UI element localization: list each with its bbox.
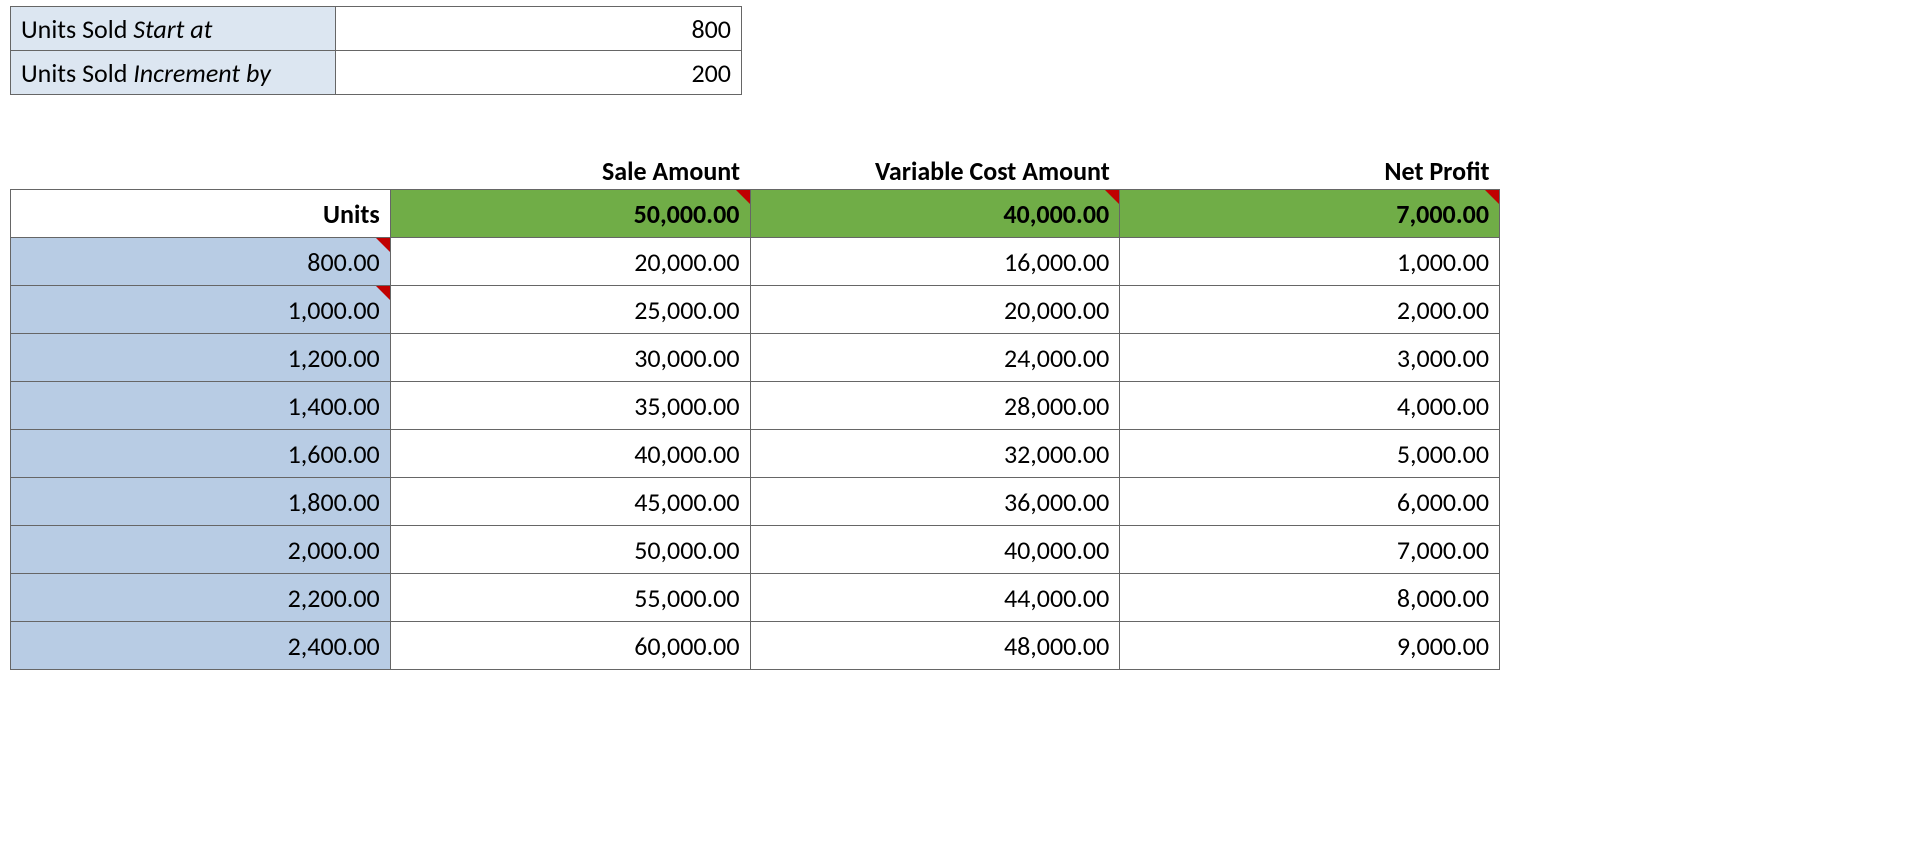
units-cell[interactable]: 1,800.00 xyxy=(11,478,391,526)
units-cell[interactable]: 2,200.00 xyxy=(11,574,391,622)
sale-cell[interactable]: 20,000.00 xyxy=(390,238,750,286)
column-header-row: Sale Amount Variable Cost Amount Net Pro… xyxy=(11,151,1500,190)
sale-cell[interactable]: 60,000.00 xyxy=(390,622,750,670)
units-cell[interactable]: 1,200.00 xyxy=(11,334,391,382)
units-cell[interactable]: 800.00 xyxy=(11,238,391,286)
sale-cell[interactable]: 25,000.00 xyxy=(390,286,750,334)
table-row: 1,000.0025,000.0020,000.002,000.00 xyxy=(11,286,1500,334)
profit-cell[interactable]: 8,000.00 xyxy=(1120,574,1500,622)
units-cell[interactable]: 1,400.00 xyxy=(11,382,391,430)
profit-cell[interactable]: 7,000.00 xyxy=(1120,526,1500,574)
sale-cell[interactable]: 55,000.00 xyxy=(390,574,750,622)
profit-cell[interactable]: 2,000.00 xyxy=(1120,286,1500,334)
totals-profit[interactable]: 7,000.00 xyxy=(1120,190,1500,238)
totals-sale[interactable]: 50,000.00 xyxy=(390,190,750,238)
sale-cell[interactable]: 30,000.00 xyxy=(390,334,750,382)
profit-cell[interactable]: 5,000.00 xyxy=(1120,430,1500,478)
vcost-cell[interactable]: 48,000.00 xyxy=(750,622,1120,670)
units-header[interactable]: Units xyxy=(11,190,391,238)
totals-row: Units 50,000.00 40,000.00 7,000.00 xyxy=(11,190,1500,238)
vcost-cell[interactable]: 40,000.00 xyxy=(750,526,1120,574)
vcost-cell[interactable]: 24,000.00 xyxy=(750,334,1120,382)
sale-cell[interactable]: 45,000.00 xyxy=(390,478,750,526)
sale-cell[interactable]: 40,000.00 xyxy=(390,430,750,478)
parameter-table: Units Sold Start at 800 Units Sold Incre… xyxy=(10,6,742,95)
units-cell[interactable]: 1,600.00 xyxy=(11,430,391,478)
param-start-label-ital: Start at xyxy=(133,13,212,45)
header-vcost[interactable]: Variable Cost Amount xyxy=(750,151,1120,190)
table-row: 2,400.0060,000.0048,000.009,000.00 xyxy=(11,622,1500,670)
param-start-label-prefix: Units Sold xyxy=(21,13,133,45)
profit-cell[interactable]: 1,000.00 xyxy=(1120,238,1500,286)
table-row: 1,600.0040,000.0032,000.005,000.00 xyxy=(11,430,1500,478)
vcost-cell[interactable]: 36,000.00 xyxy=(750,478,1120,526)
profit-cell[interactable]: 4,000.00 xyxy=(1120,382,1500,430)
units-cell[interactable]: 2,000.00 xyxy=(11,526,391,574)
units-cell[interactable]: 1,000.00 xyxy=(11,286,391,334)
vcost-cell[interactable]: 44,000.00 xyxy=(750,574,1120,622)
data-table: Sale Amount Variable Cost Amount Net Pro… xyxy=(10,151,1500,670)
vcost-cell[interactable]: 28,000.00 xyxy=(750,382,1120,430)
profit-cell[interactable]: 6,000.00 xyxy=(1120,478,1500,526)
profit-cell[interactable]: 9,000.00 xyxy=(1120,622,1500,670)
profit-cell[interactable]: 3,000.00 xyxy=(1120,334,1500,382)
param-start-value[interactable]: 800 xyxy=(336,7,742,51)
sale-cell[interactable]: 35,000.00 xyxy=(390,382,750,430)
param-incr-value[interactable]: 200 xyxy=(336,51,742,95)
param-start-label[interactable]: Units Sold Start at xyxy=(11,7,336,51)
param-incr-label-ital: Increment by xyxy=(133,57,271,89)
units-cell[interactable]: 2,400.00 xyxy=(11,622,391,670)
table-row: 2,000.0050,000.0040,000.007,000.00 xyxy=(11,526,1500,574)
vcost-cell[interactable]: 16,000.00 xyxy=(750,238,1120,286)
header-sale[interactable]: Sale Amount xyxy=(390,151,750,190)
header-profit[interactable]: Net Profit xyxy=(1120,151,1500,190)
vcost-cell[interactable]: 32,000.00 xyxy=(750,430,1120,478)
totals-vcost[interactable]: 40,000.00 xyxy=(750,190,1120,238)
table-row: 800.0020,000.0016,000.001,000.00 xyxy=(11,238,1500,286)
sale-cell[interactable]: 50,000.00 xyxy=(390,526,750,574)
param-incr-label-prefix: Units Sold xyxy=(21,57,133,89)
table-row: 2,200.0055,000.0044,000.008,000.00 xyxy=(11,574,1500,622)
table-row: 1,200.0030,000.0024,000.003,000.00 xyxy=(11,334,1500,382)
header-blank xyxy=(11,151,391,190)
vcost-cell[interactable]: 20,000.00 xyxy=(750,286,1120,334)
table-row: 1,400.0035,000.0028,000.004,000.00 xyxy=(11,382,1500,430)
table-row: 1,800.0045,000.0036,000.006,000.00 xyxy=(11,478,1500,526)
param-incr-label[interactable]: Units Sold Increment by xyxy=(11,51,336,95)
